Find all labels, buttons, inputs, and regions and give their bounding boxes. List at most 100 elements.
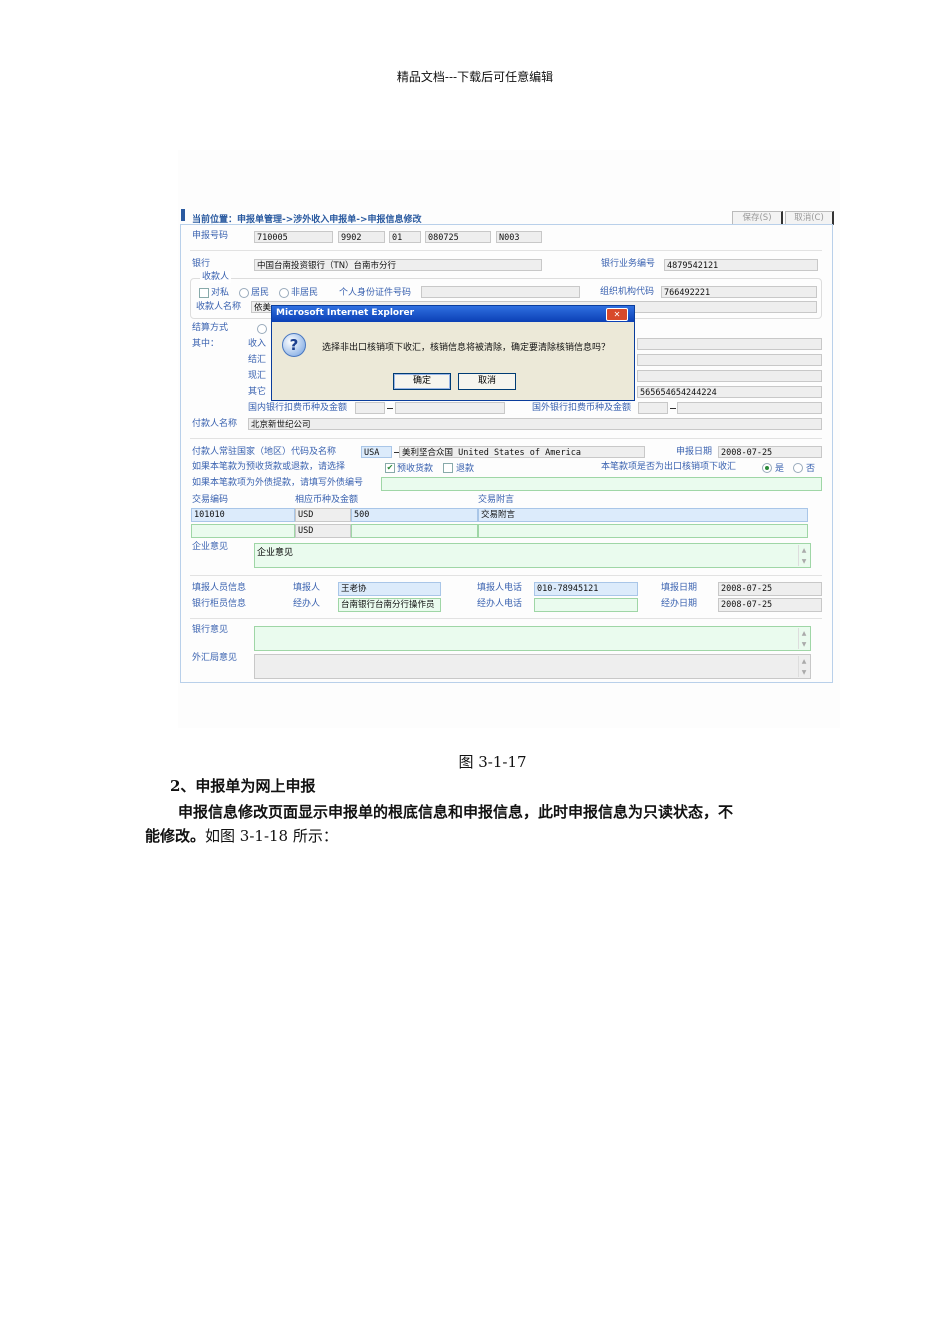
tx-amount-field[interactable] (351, 524, 478, 538)
corp-opinion-textarea[interactable]: 企业意见 ▲ ▼ (254, 543, 811, 568)
filler-field[interactable]: 王老协 (338, 582, 441, 596)
dialog-cancel-button[interactable]: 取消 (458, 373, 516, 390)
payee-name-label: 收款人名称 (196, 302, 242, 312)
id-label: 个人身份证件号码 (339, 288, 412, 298)
divider (190, 618, 822, 619)
export-yes-radio[interactable] (762, 463, 772, 473)
paragraph-line-1: 申报信息修改页面显示申报单的根底信息和申报信息，此时申报信息为只读状态，不 (178, 803, 734, 821)
export-no-label: 否 (806, 464, 816, 474)
nonresident-label: 非居民 (291, 288, 319, 298)
handler-field[interactable]: 台南银行台南分行操作员 (338, 598, 441, 612)
scrollbar[interactable]: ▲ ▼ (798, 656, 809, 677)
filler-label: 填报人 (293, 583, 321, 593)
save-button[interactable]: 保存(S) (732, 211, 783, 225)
ok-button[interactable]: 确定 (393, 373, 451, 390)
title-marker (181, 209, 185, 221)
prepay-checkbox[interactable]: ✔ (385, 463, 395, 473)
foreign-fee-currency[interactable] (638, 402, 668, 414)
tx-code-field[interactable] (191, 524, 295, 538)
tx-amount-field[interactable]: 500 (351, 508, 478, 522)
handler-phone-field[interactable] (534, 598, 638, 612)
scrollbar[interactable]: ▲ ▼ (798, 628, 809, 649)
bank-field[interactable]: 中国台南投资银行（TN）台南市分行 (254, 259, 542, 271)
spot-field[interactable] (637, 370, 822, 382)
cancel-button[interactable]: 取消(C) (785, 211, 834, 225)
confirm-dialog: Microsoft Internet Explorer ✕ ? 选择非出口核销项… (271, 305, 635, 401)
bank-biz-no-field[interactable]: 4879542121 (664, 259, 818, 271)
dialog-message: 选择非出口核销项下收汇，核销信息将被清除，确定要清除核销信息吗？ (322, 343, 611, 353)
question-icon: ? (282, 333, 306, 357)
among-label: 其中： (192, 339, 220, 349)
handler-phone-label: 经办人电话 (477, 599, 523, 609)
debt-no-field[interactable] (381, 477, 822, 491)
safe-opinion-label: 外汇局意见 (192, 653, 238, 663)
debt-question: 如果本笔款项为外债提款，请填写外债编号 (192, 478, 364, 488)
tx-code-field[interactable]: 101010 (191, 508, 295, 522)
paragraph-line-2: 能修改。如图 3-1-18 所示： (145, 825, 338, 846)
settle-radio[interactable] (257, 324, 267, 334)
tx-currency-field[interactable]: USD (295, 508, 351, 522)
prepay-question: 如果本笔款为预收货款或退款，请选择 (192, 462, 346, 472)
refund-checkbox[interactable] (443, 463, 453, 473)
settlement-label: 结汇 (248, 355, 267, 365)
paragraph-normal: 如图 3-1-18 所示： (205, 827, 338, 845)
scrollbar[interactable]: ▲ ▼ (798, 545, 809, 566)
tx-note-field[interactable]: 交易附言 (478, 508, 808, 522)
nonresident-radio[interactable] (279, 288, 289, 298)
tx-note-field[interactable] (478, 524, 808, 538)
country-name-field[interactable]: 美利坚合众国 United States of America (399, 446, 645, 458)
org-code-field[interactable]: 766492221 (661, 286, 817, 298)
foreign-fee-amount[interactable] (677, 402, 822, 414)
resident-label: 居民 (251, 288, 270, 298)
spot-label: 现汇 (248, 371, 267, 381)
private-checkbox[interactable] (199, 288, 209, 298)
bank-opinion-label: 银行意见 (192, 625, 229, 635)
foreign-fee-label: 国外银行扣费币种及金额 (532, 403, 632, 413)
export-yes-label: 是 (775, 464, 785, 474)
tx-currency-field[interactable]: USD (295, 524, 351, 538)
domestic-fee-amount[interactable] (395, 402, 505, 414)
report-date-field[interactable]: 2008-07-25 (718, 446, 822, 458)
payer-name-field[interactable]: 北京新世纪公司 (248, 418, 822, 430)
report-no-field-1[interactable]: 710005 (254, 231, 333, 243)
report-no-field-5[interactable]: N003 (496, 231, 542, 243)
income-field[interactable] (637, 338, 822, 350)
report-no-label: 申报号码 (192, 231, 229, 241)
payee-legend: 收款人 (200, 271, 232, 283)
bank-opinion-textarea[interactable]: ▲ ▼ (254, 626, 811, 651)
country-code-field[interactable]: USA (361, 446, 392, 458)
resident-radio[interactable] (239, 288, 249, 298)
dash (670, 408, 676, 409)
report-no-field-3[interactable]: 01 (389, 231, 421, 243)
divider (190, 575, 822, 576)
bank-biz-no-label: 银行业务编号 (601, 259, 656, 269)
other-account-field[interactable]: 565654654244224 (637, 386, 822, 398)
report-no-field-4[interactable]: 080725 (425, 231, 491, 243)
document-page: 精品文档---下载后可任意编辑 当前位置：申报单管理->涉外收入申报单->申报信… (0, 0, 950, 1344)
settlement-field[interactable] (637, 354, 822, 366)
dialog-titlebar: Microsoft Internet Explorer ✕ (272, 306, 634, 322)
domestic-fee-currency[interactable] (355, 402, 385, 414)
filler-info-label: 填报人员信息 (192, 583, 247, 593)
filler-phone-field[interactable]: 010-78945121 (534, 582, 638, 596)
tx-amount-header: 相应币种及金额 (295, 495, 359, 505)
settle-label: 结算方式 (192, 323, 229, 333)
fill-date-field[interactable]: 2008-07-25 (718, 582, 822, 596)
id-field[interactable] (421, 286, 580, 298)
prepay-label: 预收货款 (397, 464, 434, 474)
export-no-radio[interactable] (793, 463, 803, 473)
dash (387, 408, 393, 409)
corp-opinion-text: 企业意见 (257, 548, 294, 558)
handle-date-field[interactable]: 2008-07-25 (718, 598, 822, 612)
figure-caption: 图 3-1-17 (458, 753, 527, 771)
income-label: 收入 (248, 339, 267, 349)
refund-label: 退款 (456, 464, 475, 474)
safe-opinion-textarea[interactable]: ▲ ▼ (254, 654, 811, 679)
other-label: 其它 (248, 387, 267, 397)
divider (190, 438, 822, 439)
domestic-fee-label: 国内银行扣费币种及金额 (248, 403, 348, 413)
country-label: 付款人常驻国家（地区）代码及名称 (192, 447, 337, 457)
divider (190, 250, 822, 251)
close-icon[interactable]: ✕ (606, 308, 628, 321)
report-no-field-2[interactable]: 9902 (338, 231, 385, 243)
